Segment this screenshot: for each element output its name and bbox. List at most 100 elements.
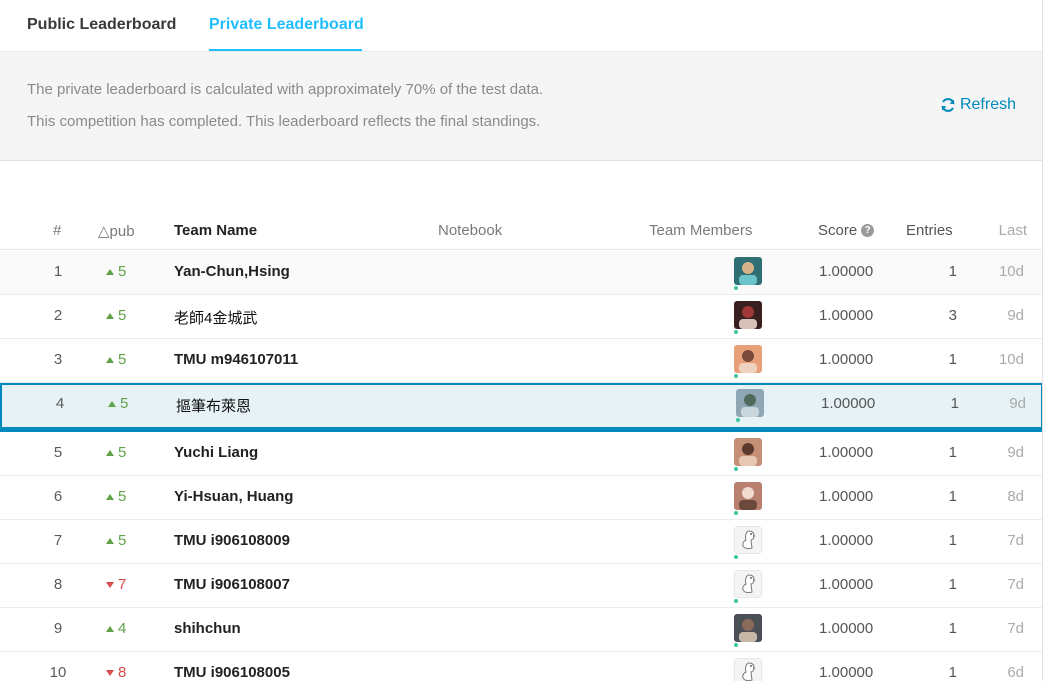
rank-change-value: 5 [118,444,127,461]
last-submission: 8d [1007,488,1024,505]
team-member-avatar[interactable] [734,614,762,642]
entries: 3 [948,307,957,324]
table-row[interactable]: 10 8 TMU i906108005 1.00000 1 6d [0,652,1042,681]
table-row[interactable]: 3 5 TMU m946107011 1.00000 1 10d [0,339,1042,383]
team-name[interactable]: TMU i906108009 [174,532,290,549]
rank-change-value: 5 [118,263,127,280]
arrow-up-icon [108,401,116,407]
table-row[interactable]: 9 4 shihchun 1.00000 1 7d [0,608,1042,652]
header-team-name[interactable]: Team Name [174,222,257,239]
team-member-avatar[interactable] [734,301,762,329]
team-name[interactable]: TMU i906108005 [174,664,290,681]
last-submission: 7d [1007,532,1024,549]
online-status-dot [734,286,738,290]
score: 1.00000 [819,263,874,280]
table-row[interactable]: 4 5 摳筆布萊恩 1.00000 1 9d [0,383,1042,432]
team-member-avatar[interactable] [734,482,762,510]
rank: 6 [53,488,63,505]
info-text-data-share: The private leaderboard is calculated wi… [27,81,544,98]
last-submission: 10d [998,351,1024,368]
tab-private-leaderboard[interactable]: Private Leaderboard [209,16,364,34]
rank-change-value: 7 [118,576,127,593]
refresh-icon [941,98,955,112]
info-text-final-standings: This competition has completed. This lea… [27,113,541,130]
team-member-avatar[interactable] [736,389,764,417]
rank: 9 [53,620,63,637]
entries: 1 [948,444,957,461]
leaderboard-panel: Public Leaderboard Private Leaderboard T… [0,0,1043,681]
arrow-up-icon [106,357,114,363]
team-member-avatar[interactable] [734,257,762,285]
last-submission: 7d [1007,620,1024,637]
arrow-up-icon [106,494,114,500]
table-row[interactable]: 7 5 TMU i906108009 1.00000 1 7d [0,520,1042,564]
help-icon[interactable]: ? [861,224,875,237]
leaderboard-info-banner: The private leaderboard is calculated wi… [0,52,1042,161]
arrow-up-icon [106,269,114,275]
team-name[interactable]: Yuchi Liang [174,444,258,461]
team-name[interactable]: Yan-Chun,Hsing [174,263,290,280]
tab-public-leaderboard[interactable]: Public Leaderboard [27,16,176,34]
arrow-up-icon [106,450,114,456]
arrow-up-icon [106,538,114,544]
team-name[interactable]: 老師4金城武 [174,307,257,328]
arrow-down-icon [106,582,114,588]
score: 1.00000 [819,620,874,637]
header-last[interactable]: Last [993,222,1027,239]
rank: 2 [53,307,63,324]
score: 1.00000 [819,576,874,593]
refresh-button[interactable]: Refresh [940,96,1016,114]
header-score[interactable]: Score ? [818,222,875,239]
leaderboard-tabs: Public Leaderboard Private Leaderboard [0,0,1042,52]
table-row[interactable]: 5 5 Yuchi Liang 1.00000 1 9d [0,432,1042,476]
table-row[interactable]: 8 7 TMU i906108007 1.00000 1 7d [0,564,1042,608]
rank: 7 [53,532,63,549]
rank-change-value: 8 [118,664,127,681]
header-entries[interactable]: Entries [906,222,953,239]
last-submission: 6d [1007,664,1024,681]
team-member-avatar[interactable] [734,658,762,681]
arrow-up-icon [106,626,114,632]
online-status-dot [734,330,738,334]
entries: 1 [948,576,957,593]
team-name[interactable]: 摳筆布萊恩 [176,395,251,416]
online-status-dot [734,467,738,471]
table-row[interactable]: 2 5 老師4金城武 1.00000 3 9d [0,295,1042,339]
header-public-delta[interactable]: △pub [98,222,135,240]
entries: 1 [948,532,957,549]
refresh-label: Refresh [959,96,1016,113]
score: 1.00000 [819,351,874,368]
public-rank-change: 5 [106,263,126,280]
team-name[interactable]: TMU i906108007 [174,576,290,593]
rank: 4 [55,395,65,412]
rank-change-value: 5 [120,395,129,412]
online-status-dot [734,374,738,378]
public-rank-change: 5 [106,532,126,549]
header-rank[interactable]: # [53,222,61,239]
entries: 1 [948,263,957,280]
active-tab-indicator [209,49,362,51]
rank-change-value: 5 [118,351,127,368]
team-name[interactable]: Yi-Hsuan, Huang [174,488,293,505]
team-member-avatar[interactable] [734,570,762,598]
header-score-label: Score [818,222,858,239]
table-row[interactable]: 1 5 Yan-Chun,Hsing 1.00000 1 10d [0,251,1042,295]
entries: 1 [948,351,957,368]
score: 1.00000 [819,664,874,681]
last-submission: 9d [1007,307,1024,324]
team-member-avatar[interactable] [734,438,762,466]
header-team-members: Team Members [649,222,753,239]
team-member-avatar[interactable] [734,345,762,373]
score: 1.00000 [819,444,874,461]
online-status-dot [736,418,740,422]
last-submission: 10d [998,263,1024,280]
online-status-dot [734,511,738,515]
score: 1.00000 [819,488,874,505]
team-name[interactable]: shihchun [174,620,241,637]
table-row[interactable]: 6 5 Yi-Hsuan, Huang 1.00000 1 8d [0,476,1042,520]
team-name[interactable]: TMU m946107011 [174,351,298,368]
public-rank-change: 5 [106,307,126,324]
online-status-dot [734,599,738,603]
last-submission: 9d [1009,395,1026,412]
team-member-avatar[interactable] [734,526,762,554]
